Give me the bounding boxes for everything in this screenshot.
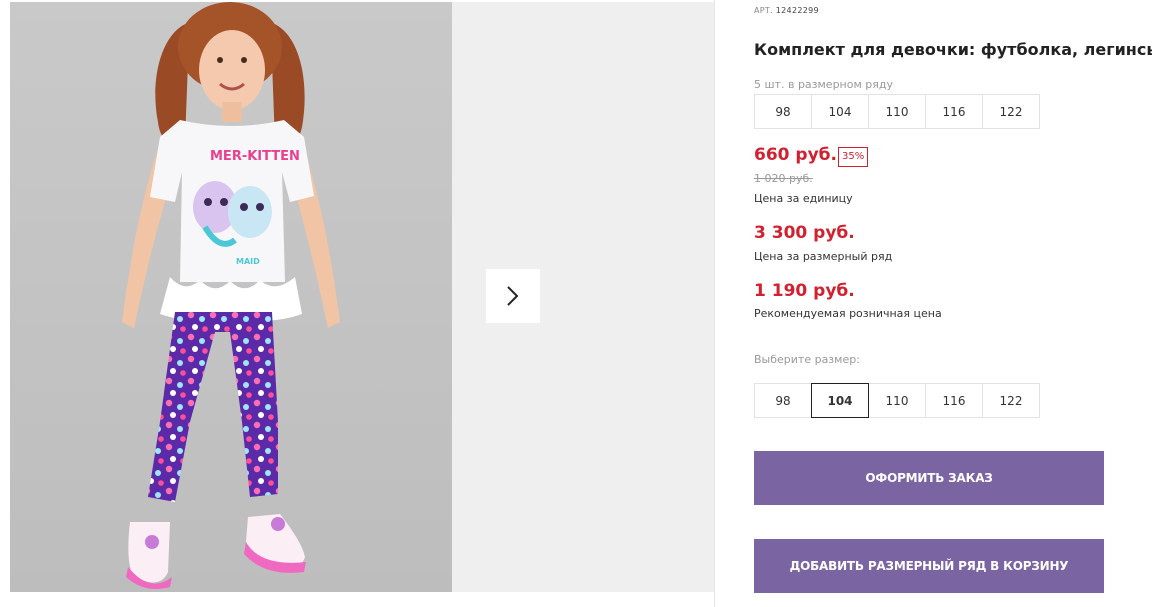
add-range-to-cart-button[interactable]: ДОБАВИТЬ РАЗМЕРНЫЙ РЯД В КОРЗИНУ <box>754 539 1104 593</box>
product-gallery: MER-KITTEN MAID <box>10 2 715 607</box>
retail-price: 1 190 руб. <box>754 281 855 301</box>
range-hint: 5 шт. в размерном ряду <box>754 78 893 91</box>
shirt-print-subtext: MAID <box>236 257 260 266</box>
range-size: 122 <box>982 94 1040 129</box>
range-size: 104 <box>811 94 869 129</box>
size-range-list: 98 104 110 116 122 <box>754 94 1040 129</box>
size-select-label: Выберите размер: <box>754 353 860 366</box>
article-value: 12422299 <box>775 6 819 15</box>
range-price: 3 300 руб. <box>754 223 855 243</box>
product-photo-illustration: MER-KITTEN MAID <box>122 2 340 590</box>
chevron-right-icon <box>507 286 519 306</box>
product-photo[interactable]: MER-KITTEN MAID <box>10 2 452 592</box>
discount-badge: 35% <box>838 147 869 167</box>
range-size: 98 <box>754 94 812 129</box>
product-title: Комплект для девочки: футболка, легинсы <box>754 40 1152 59</box>
size-option-110[interactable]: 110 <box>868 383 926 418</box>
article-number: АРТ. 12422299 <box>754 6 819 15</box>
size-option-104[interactable]: 104 <box>811 383 869 418</box>
retail-price-label: Рекомендуемая розничная цена <box>754 307 942 320</box>
size-option-116[interactable]: 116 <box>925 383 983 418</box>
article-label: АРТ. <box>754 6 773 15</box>
order-button[interactable]: ОФОРМИТЬ ЗАКАЗ <box>754 451 1104 505</box>
size-option-98[interactable]: 98 <box>754 383 812 418</box>
size-option-122[interactable]: 122 <box>982 383 1040 418</box>
size-selector: 98 104 110 116 122 <box>754 383 1040 418</box>
unit-price-label: Цена за единицу <box>754 192 853 205</box>
column-divider <box>714 0 715 607</box>
range-size: 116 <box>925 94 983 129</box>
unit-price: 660 руб. <box>754 145 837 165</box>
range-size: 110 <box>868 94 926 129</box>
shirt-print-text: MER-KITTEN <box>210 149 300 164</box>
gallery-next-button[interactable] <box>486 269 540 323</box>
old-price: 1 020 руб. <box>754 172 813 185</box>
range-price-label: Цена за размерный ряд <box>754 250 893 263</box>
